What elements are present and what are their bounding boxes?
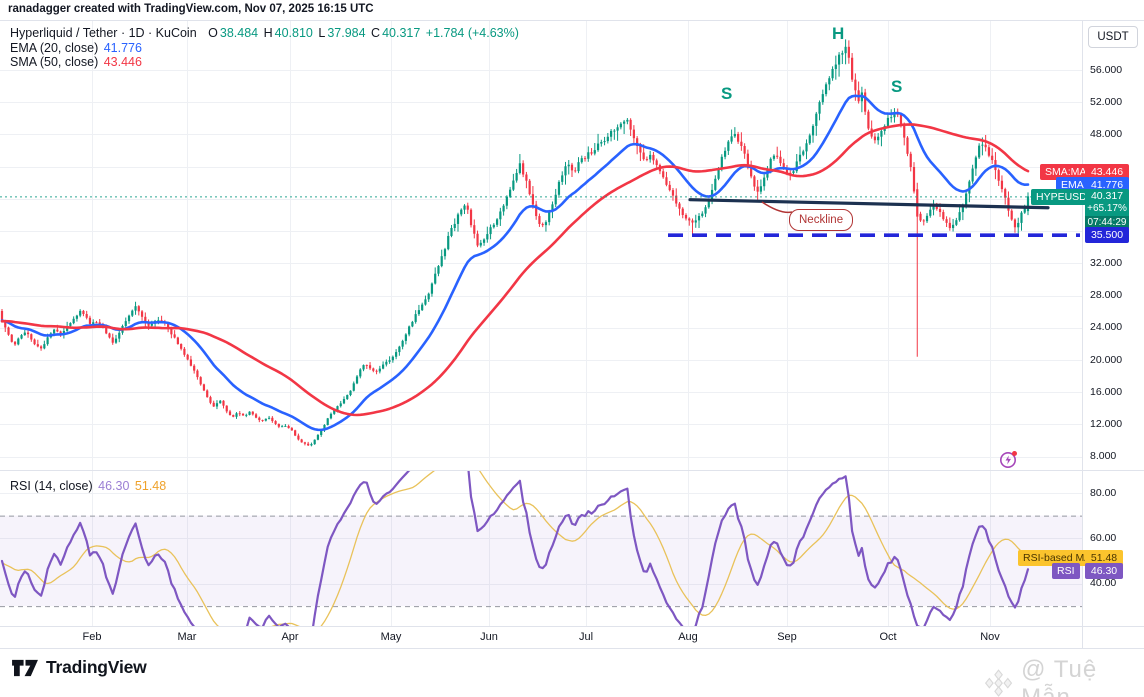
rsi-label: RSI (14, close): [10, 479, 93, 493]
price-axis-tick: 56.000: [1090, 63, 1123, 76]
price-axis-tick: 24.000: [1090, 321, 1123, 334]
month-label: Feb: [82, 631, 102, 643]
high-value: 40.810: [274, 26, 313, 40]
rsi-ma-value: 51.48: [134, 479, 167, 493]
price-axis-tick: 52.000: [1090, 95, 1123, 108]
rsi-tag-label: RSI: [1052, 563, 1080, 579]
left-shoulder-label[interactable]: S: [721, 84, 732, 104]
open-label: O: [208, 26, 218, 40]
ema-value: 41.776: [103, 41, 142, 55]
price-axis-tick: 48.000: [1090, 127, 1123, 140]
neckline-callout[interactable]: Neckline: [789, 209, 854, 231]
rsi-axis-tick: 60.00: [1090, 531, 1117, 544]
rsi-axis-tick: 40.00: [1090, 577, 1117, 589]
price-axis-tick: 28.000: [1090, 289, 1123, 302]
high-label: H: [263, 26, 273, 40]
price-axis-tick: 32.000: [1090, 256, 1123, 269]
right-shoulder-label[interactable]: S: [891, 77, 902, 97]
last-price-tag[interactable]: HYPEUSDT 40.317 +65.17% 07:44:29: [1031, 189, 1129, 230]
price-axis-tick: 16.000: [1090, 385, 1123, 398]
price-axis-tick: 8.000: [1090, 450, 1117, 463]
flash-boost-icon[interactable]: [999, 450, 1018, 469]
month-label: Apr: [281, 631, 299, 643]
watermark-icon: [984, 669, 1013, 697]
watermark-text: @ Tuệ Mẫn: [1021, 656, 1098, 697]
close-label: C: [371, 26, 381, 40]
support-tag-value: 35.500: [1085, 227, 1129, 243]
sma-label: SMA (50, close): [10, 55, 99, 69]
last-price-value: 40.317: [1085, 189, 1129, 204]
month-label: May: [380, 631, 402, 643]
month-label: Oct: [879, 631, 897, 643]
price-axis-tick: 20.000: [1090, 353, 1123, 366]
rsi-value: 46.30: [98, 479, 130, 493]
close-value: 40.317: [382, 26, 421, 40]
rsi-tag-value: 46.30: [1085, 563, 1123, 579]
tradingview-chart-window: ranadagger created with TradingView.com,…: [0, 0, 1144, 697]
month-label: Jul: [578, 631, 594, 643]
chart-canvas[interactable]: [0, 0, 1144, 697]
last-price-tag-stack: 40.317 +65.17% 07:44:29: [1085, 189, 1129, 230]
footer-divider: [0, 648, 1144, 649]
head-label[interactable]: H: [832, 24, 844, 44]
symbol-title[interactable]: Hyperliquid / Tether · 1D · KuCoin: [10, 26, 197, 40]
ema-label: EMA (20, close): [10, 41, 99, 55]
rsi-legend-row[interactable]: RSI (14, close) 46.30 51.48: [10, 479, 168, 493]
month-label: Nov: [980, 631, 1000, 643]
tradingview-logo[interactable]: TradingView: [12, 656, 147, 679]
month-label: Mar: [177, 631, 197, 643]
sma-value: 43.446: [103, 55, 142, 69]
month-label: Sep: [777, 631, 797, 643]
change-value: +1.784 (+4.63%): [425, 26, 519, 40]
tradingview-logo-icon: [12, 659, 38, 677]
month-label: Jun: [480, 631, 498, 643]
last-price-change: +65.17%: [1085, 203, 1129, 216]
rsi-axis-tick: 80.00: [1090, 486, 1117, 499]
header-divider: [0, 20, 1144, 21]
open-value: 38.484: [219, 26, 259, 40]
tradingview-logo-text: TradingView: [46, 657, 147, 677]
sma-legend-row[interactable]: SMA (50, close) 43.446: [10, 55, 144, 69]
neckline-callout-tail: [761, 201, 793, 214]
price-axis-tick: 12.000: [1090, 417, 1123, 430]
rsi-value-tag[interactable]: RSI 46.30: [1052, 563, 1123, 579]
month-label: Aug: [678, 631, 698, 643]
low-label: L: [318, 26, 326, 40]
currency-toggle-button[interactable]: USDT: [1088, 26, 1138, 48]
rsi-panel-divider[interactable]: [0, 470, 1144, 471]
author-watermark: @ Tuệ Mẫn: [982, 656, 1144, 697]
low-value: 37.984: [327, 26, 366, 40]
symbol-legend-row[interactable]: Hyperliquid / Tether · 1D · KuCoin O 38.4…: [10, 26, 521, 40]
ema-legend-row[interactable]: EMA (20, close) 41.776: [10, 41, 144, 55]
chart-credit: ranadagger created with TradingView.com,…: [8, 3, 374, 15]
time-axis-divider: [0, 626, 1144, 627]
